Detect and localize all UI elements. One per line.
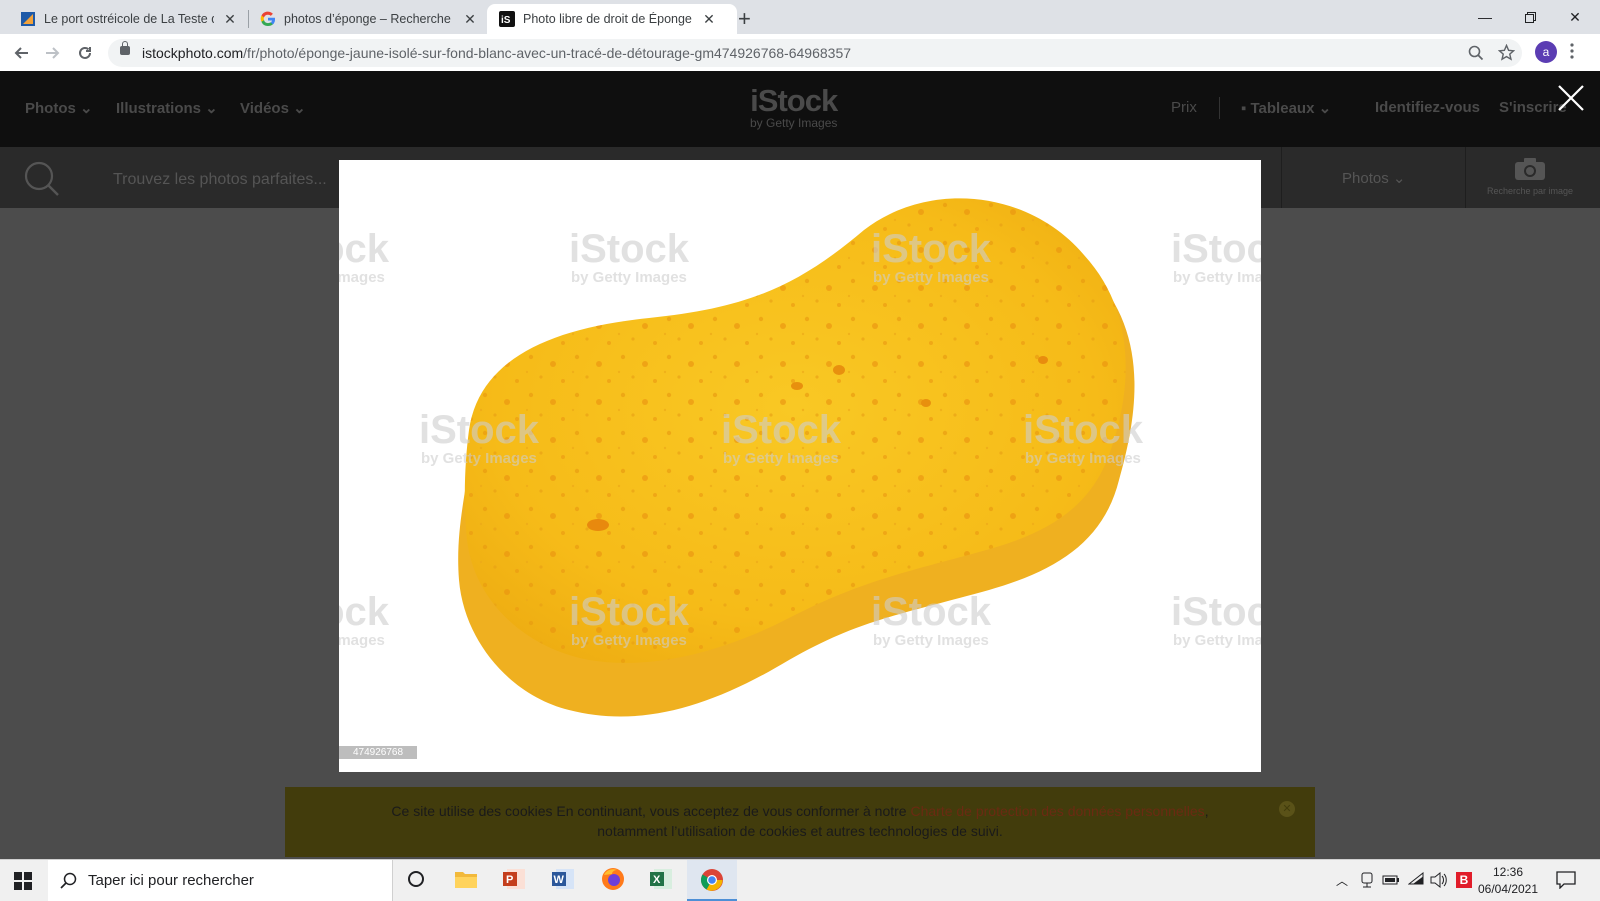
chrome-menu-icon[interactable] (1570, 43, 1574, 64)
taskbar-clock[interactable]: 12:36 06/04/2021 (1468, 864, 1548, 898)
firefox-icon[interactable] (601, 867, 625, 891)
show-hidden-icons[interactable]: ︿ (1336, 872, 1348, 889)
restore-button[interactable] (1508, 4, 1552, 30)
file-explorer-icon[interactable] (454, 867, 478, 891)
svg-text:iStock: iStock (419, 408, 540, 452)
nav-pricing[interactable]: Prix (1171, 99, 1197, 116)
search-divider (1465, 147, 1466, 208)
windows-start-icon[interactable] (14, 872, 32, 895)
meet-now-icon[interactable] (1360, 872, 1374, 893)
nav-illustrations[interactable]: Illustrations ⌄ (116, 99, 218, 117)
search-icon (60, 872, 77, 889)
address-bar[interactable]: istockphoto.com/fr/photo/éponge-jaune-is… (108, 39, 1522, 67)
word-icon[interactable]: W (552, 867, 576, 891)
camera-icon (1515, 158, 1545, 180)
site-header: Photos ⌄ Illustrations ⌄ Vidéos ⌄ iStock… (0, 71, 1600, 147)
tab-divider (248, 10, 249, 28)
minimize-button[interactable]: — (1463, 4, 1507, 30)
battery-icon[interactable] (1382, 873, 1400, 892)
new-tab-button[interactable]: + (738, 6, 751, 32)
browser-tab-strip: Le port ostréicole de La Teste de ✕ phot… (0, 0, 1600, 34)
windows-taskbar: Taper ici pour rechercher P W X ︿ B 12:3… (0, 859, 1600, 901)
close-tab-icon[interactable]: ✕ (462, 11, 478, 28)
chrome-taskbar-button[interactable] (687, 860, 737, 901)
search-icon[interactable] (24, 161, 60, 202)
svg-text:by Getty Images: by Getty Images (339, 269, 385, 286)
volume-icon[interactable] (1430, 871, 1448, 893)
web-page: Photos ⌄ Illustrations ⌄ Vidéos ⌄ iStock… (0, 71, 1600, 859)
svg-text:W: W (554, 874, 565, 886)
taskbar-search-box[interactable]: Taper ici pour rechercher (48, 860, 393, 901)
svg-text:by Getty Images: by Getty Images (873, 269, 989, 286)
browser-toolbar: istockphoto.com/fr/photo/éponge-jaune-is… (0, 34, 1600, 72)
chrome-icon (701, 869, 723, 891)
svg-text:iStock: iStock (871, 227, 992, 271)
svg-text:by Getty Images: by Getty Images (1173, 632, 1261, 649)
back-button[interactable] (8, 40, 34, 66)
task-view-icon[interactable] (404, 867, 428, 891)
svg-text:by Getty Images: by Getty Images (1173, 269, 1261, 286)
close-tab-icon[interactable]: ✕ (701, 11, 717, 28)
wifi-icon[interactable] (1407, 871, 1424, 891)
cookie-close-icon[interactable]: ✕ (1279, 801, 1295, 817)
close-lightbox-icon[interactable] (1556, 83, 1586, 113)
profile-avatar[interactable]: a (1535, 41, 1557, 63)
tab-istock-active[interactable]: iS Photo libre de droit de Éponge Ja ✕ (487, 4, 737, 34)
bookmark-star-icon[interactable] (1497, 43, 1516, 66)
nav-boards[interactable]: ▪ Tableaux ⌄ (1241, 99, 1331, 117)
lightbox-image: iStockby Getty Images iStockby Getty Ima… (339, 160, 1261, 772)
nav-signin[interactable]: Identifiez-vous (1375, 99, 1480, 116)
close-window-button[interactable]: ✕ (1553, 4, 1597, 30)
svg-text:by Getty Images: by Getty Images (339, 632, 385, 649)
media-type-dropdown[interactable]: Photos ⌄ (1342, 169, 1405, 187)
svg-text:by Getty Images: by Getty Images (571, 632, 687, 649)
svg-text:iStock: iStock (1023, 408, 1144, 452)
svg-text:by Getty Images: by Getty Images (1025, 450, 1141, 467)
cookie-text: Ce site utilise des cookies En continuan… (391, 803, 1209, 819)
nav-divider (1219, 97, 1220, 119)
lock-icon[interactable] (120, 41, 130, 55)
reload-button[interactable] (72, 40, 98, 66)
search-input[interactable]: Trouvez les photos parfaites... (113, 171, 327, 189)
svg-text:by Getty Images: by Getty Images (421, 450, 537, 467)
image-id-label: 474926768 (339, 746, 418, 759)
svg-text:iStock: iStock (1171, 590, 1261, 634)
notifications-icon[interactable] (1556, 871, 1576, 894)
nav-videos[interactable]: Vidéos ⌄ (240, 99, 306, 117)
svg-text:iS: iS (501, 15, 511, 26)
cookie-banner: Ce site utilise des cookies En continuan… (285, 787, 1315, 857)
close-tab-icon[interactable]: ✕ (222, 11, 238, 28)
svg-text:P: P (506, 874, 513, 886)
forward-button[interactable] (40, 40, 66, 66)
istock-icon: iS (499, 11, 515, 27)
nav-photos[interactable]: Photos ⌄ (25, 99, 93, 117)
svg-text:iStock: iStock (339, 590, 390, 634)
powerpoint-icon[interactable]: P (503, 867, 527, 891)
google-icon (260, 11, 276, 27)
svg-text:by Getty Images: by Getty Images (723, 450, 839, 467)
svg-text:iStock: iStock (569, 590, 690, 634)
search-divider (1281, 147, 1282, 208)
excel-icon[interactable]: X (650, 867, 674, 891)
svg-text:iStock: iStock (339, 227, 390, 271)
image-search-button[interactable]: Recherche par image (1480, 157, 1580, 196)
tab-la-teste[interactable]: Le port ostréicole de La Teste de ✕ (10, 4, 250, 34)
svg-text:by Getty Images: by Getty Images (873, 632, 989, 649)
zoom-icon[interactable] (1468, 45, 1484, 66)
teste-site-icon (20, 11, 36, 27)
svg-text:iStock: iStock (721, 408, 842, 452)
svg-text:iStock: iStock (871, 590, 992, 634)
svg-text:iStock: iStock (569, 227, 690, 271)
privacy-policy-link[interactable]: Charte de protection des données personn… (910, 803, 1204, 819)
tab-google-search[interactable]: photos d’éponge – Recherche Go ✕ (250, 4, 490, 34)
istock-logo[interactable]: iStock by Getty Images (750, 85, 838, 130)
svg-text:iStock: iStock (1171, 227, 1261, 271)
svg-text:by Getty Images: by Getty Images (571, 269, 687, 286)
cookie-text-line2: notamment l’utilisation de cookies et au… (597, 823, 1003, 839)
sponge-photo: iStockby Getty Images iStockby Getty Ima… (339, 198, 1261, 717)
url-text: istockphoto.com/fr/photo/éponge-jaune-is… (142, 45, 852, 61)
svg-text:X: X (653, 874, 661, 886)
